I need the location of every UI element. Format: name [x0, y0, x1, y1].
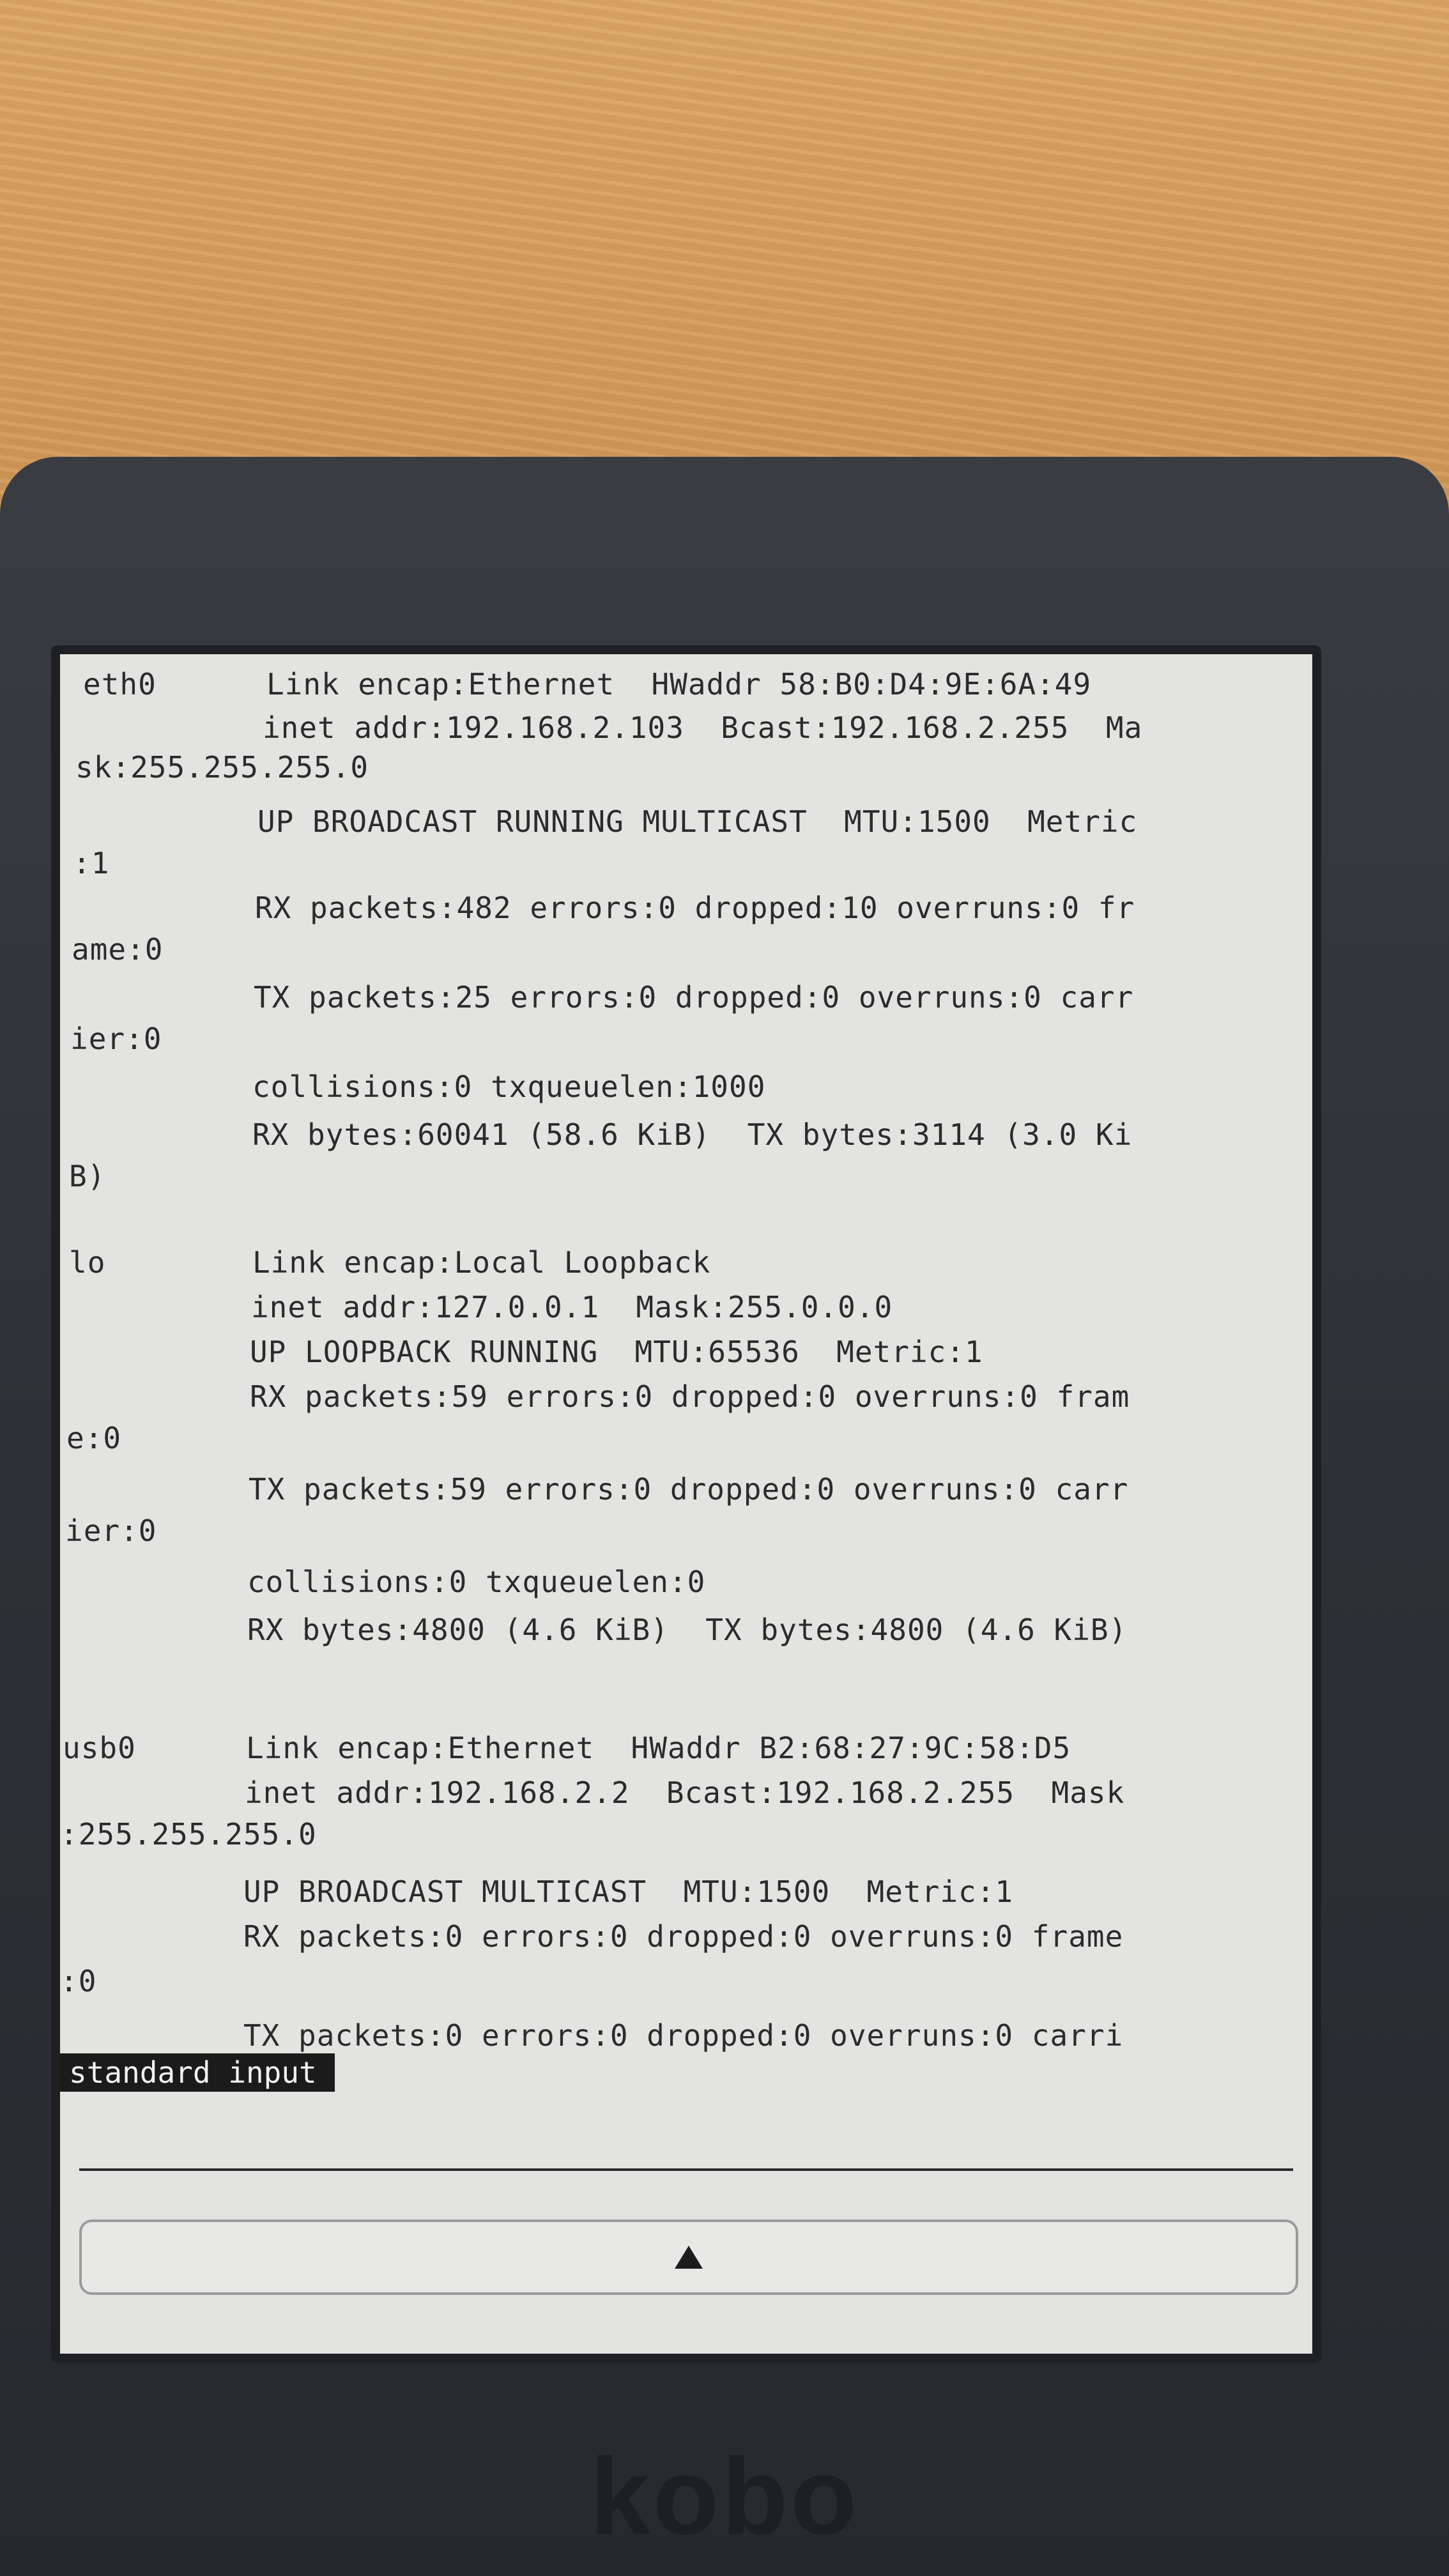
terminal-line: UP LOOPBACK RUNNING MTU:65536 Metric:1 — [66, 1335, 983, 1369]
terminal-output: eth0 Link encap:Ethernet HWaddr 58:B0:D4… — [60, 667, 1312, 2092]
brand-logo: kobo — [589, 2436, 860, 2557]
terminal-line: B) — [69, 1159, 106, 1193]
terminal-line: :1 — [73, 846, 110, 880]
terminal-line: TX packets:59 errors:0 dropped:0 overrun… — [65, 1472, 1129, 1506]
terminal-line: TX packets:0 errors:0 dropped:0 overruns… — [60, 2018, 1124, 2053]
terminal-line: collisions:0 txqueuelen:1000 — [69, 1070, 766, 1104]
terminal-line: ier:0 — [65, 1514, 157, 1548]
terminal-line: RX bytes:60041 (58.6 KiB) TX bytes:3114 … — [69, 1117, 1133, 1152]
up-triangle-icon — [675, 2246, 703, 2269]
terminal-line: inet addr:192.168.2.103 Bcast:192.168.2.… — [79, 710, 1143, 745]
terminal-line: :255.255.255.0 — [60, 1817, 317, 1851]
terminal-line: ame:0 — [72, 932, 164, 967]
terminal-line: sk:255.255.255.0 — [75, 750, 369, 785]
terminal-line: RX packets:0 errors:0 dropped:0 overruns… — [60, 1919, 1124, 1954]
terminal-line: collisions:0 txqueuelen:0 — [64, 1565, 706, 1599]
keyboard-toggle-button[interactable] — [79, 2220, 1298, 2295]
divider-line — [79, 2168, 1293, 2171]
terminal-line: RX packets:59 errors:0 dropped:0 overrun… — [66, 1379, 1130, 1414]
terminal-line: RX packets:482 errors:0 dropped:10 overr… — [72, 891, 1135, 925]
terminal-line: :0 — [60, 1964, 97, 1998]
terminal-line: usb0 Link encap:Ethernet HWaddr B2:68:27… — [63, 1731, 1071, 1765]
terminal-line: UP BROADCAST MULTICAST MTU:1500 Metric:1 — [60, 1874, 1014, 1909]
terminal-line: eth0 Link encap:Ethernet HWaddr 58:B0:D4… — [83, 667, 1092, 702]
terminal-line: ier:0 — [70, 1022, 162, 1056]
terminal-line: e:0 — [66, 1421, 122, 1455]
terminal-line: inet addr:127.0.0.1 Mask:255.0.0.0 — [68, 1290, 893, 1324]
terminal-line: TX packets:25 errors:0 dropped:0 overrun… — [70, 980, 1134, 1015]
terminal-line: RX bytes:4800 (4.6 KiB) TX bytes:4800 (4… — [64, 1613, 1128, 1647]
ereader-screen: eth0 Link encap:Ethernet HWaddr 58:B0:D4… — [51, 645, 1321, 2363]
terminal-line: UP BROADCAST RUNNING MULTICAST MTU:1500 … — [74, 804, 1138, 839]
pager-status-label: standard input — [60, 2053, 335, 2092]
terminal-line: lo Link encap:Local Loopback — [69, 1245, 711, 1280]
terminal-line: inet addr:192.168.2.2 Bcast:192.168.2.25… — [61, 1775, 1125, 1810]
